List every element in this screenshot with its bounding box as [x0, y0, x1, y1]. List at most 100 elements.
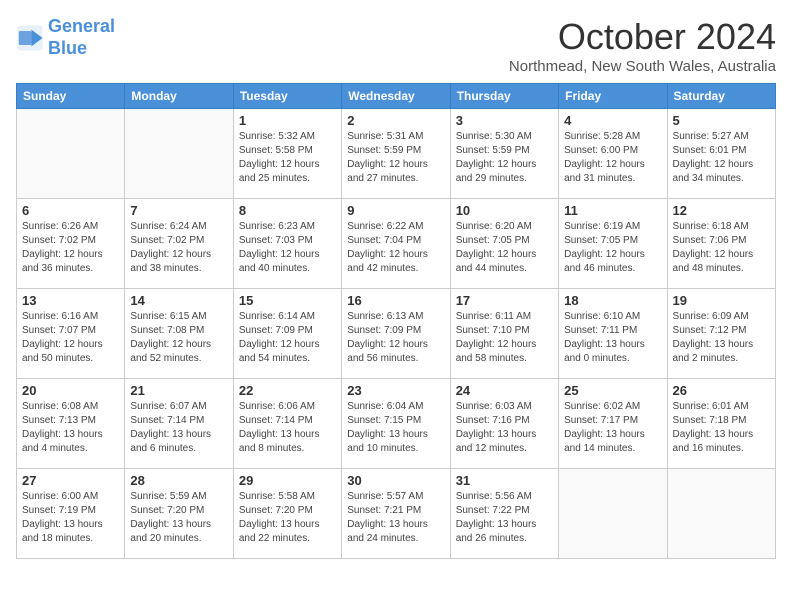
day-info: Sunrise: 5:58 AM Sunset: 7:20 PM Dayligh… [239, 490, 336, 546]
day-info: Sunrise: 6:19 AM Sunset: 7:05 PM Dayligh… [564, 220, 661, 276]
day-number: 23 [347, 383, 444, 398]
day-number: 29 [239, 473, 336, 488]
calendar-week-row: 13 Sunrise: 6:16 AM Sunset: 7:07 PM Dayli… [17, 289, 776, 379]
day-number: 1 [239, 113, 336, 128]
day-number: 13 [22, 293, 119, 308]
title-block: October 2024 Northmead, New South Wales,… [509, 16, 776, 75]
day-info: Sunrise: 6:09 AM Sunset: 7:12 PM Dayligh… [673, 310, 770, 366]
day-info: Sunrise: 6:15 AM Sunset: 7:08 PM Dayligh… [130, 310, 227, 366]
day-number: 16 [347, 293, 444, 308]
weekday-header-friday: Friday [559, 84, 667, 109]
weekday-header-wednesday: Wednesday [342, 84, 450, 109]
calendar-cell: 12 Sunrise: 6:18 AM Sunset: 7:06 PM Dayli… [667, 199, 775, 289]
calendar-cell: 8 Sunrise: 6:23 AM Sunset: 7:03 PM Daylig… [233, 199, 341, 289]
logo-text: General Blue [48, 16, 115, 59]
calendar-cell: 6 Sunrise: 6:26 AM Sunset: 7:02 PM Daylig… [17, 199, 125, 289]
day-number: 14 [130, 293, 227, 308]
calendar-cell: 18 Sunrise: 6:10 AM Sunset: 7:11 PM Dayli… [559, 289, 667, 379]
weekday-header-row: SundayMondayTuesdayWednesdayThursdayFrid… [17, 84, 776, 109]
day-info: Sunrise: 6:00 AM Sunset: 7:19 PM Dayligh… [22, 490, 119, 546]
day-info: Sunrise: 6:02 AM Sunset: 7:17 PM Dayligh… [564, 400, 661, 456]
calendar-cell: 11 Sunrise: 6:19 AM Sunset: 7:05 PM Dayli… [559, 199, 667, 289]
calendar-cell: 20 Sunrise: 6:08 AM Sunset: 7:13 PM Dayli… [17, 379, 125, 469]
weekday-header-tuesday: Tuesday [233, 84, 341, 109]
day-number: 27 [22, 473, 119, 488]
day-number: 25 [564, 383, 661, 398]
logo-general: General [48, 16, 115, 36]
calendar-table: SundayMondayTuesdayWednesdayThursdayFrid… [16, 83, 776, 559]
calendar-cell: 27 Sunrise: 6:00 AM Sunset: 7:19 PM Dayli… [17, 469, 125, 559]
day-number: 18 [564, 293, 661, 308]
calendar-cell: 28 Sunrise: 5:59 AM Sunset: 7:20 PM Dayli… [125, 469, 233, 559]
calendar-cell: 30Sunrise: 5:57 AM Sunset: 7:21 PM Dayli… [342, 469, 450, 559]
day-info: Sunrise: 6:26 AM Sunset: 7:02 PM Dayligh… [22, 220, 119, 276]
day-info: Sunrise: 5:31 AM Sunset: 5:59 PM Dayligh… [347, 130, 444, 186]
day-info: Sunrise: 6:23 AM Sunset: 7:03 PM Dayligh… [239, 220, 336, 276]
day-info: Sunrise: 6:10 AM Sunset: 7:11 PM Dayligh… [564, 310, 661, 366]
day-info: Sunrise: 5:30 AM Sunset: 5:59 PM Dayligh… [456, 130, 553, 186]
weekday-header-monday: Monday [125, 84, 233, 109]
logo-blue: Blue [48, 38, 87, 58]
day-number: 17 [456, 293, 553, 308]
day-number: 11 [564, 203, 661, 218]
day-info: Sunrise: 6:16 AM Sunset: 7:07 PM Dayligh… [22, 310, 119, 366]
calendar-cell: 29 Sunrise: 5:58 AM Sunset: 7:20 PM Dayli… [233, 469, 341, 559]
calendar-cell: 16 Sunrise: 6:13 AM Sunset: 7:09 PM Dayli… [342, 289, 450, 379]
day-number: 31 [456, 473, 553, 488]
calendar-cell: 23Sunrise: 6:04 AM Sunset: 7:15 PM Dayli… [342, 379, 450, 469]
weekday-header-saturday: Saturday [667, 84, 775, 109]
month-title: October 2024 [509, 16, 776, 58]
day-info: Sunrise: 5:32 AM Sunset: 5:58 PM Dayligh… [239, 130, 336, 186]
day-info: Sunrise: 6:08 AM Sunset: 7:13 PM Dayligh… [22, 400, 119, 456]
day-info: Sunrise: 5:56 AM Sunset: 7:22 PM Dayligh… [456, 490, 553, 546]
day-info: Sunrise: 6:13 AM Sunset: 7:09 PM Dayligh… [347, 310, 444, 366]
location: Northmead, New South Wales, Australia [509, 58, 776, 75]
calendar-cell: 13 Sunrise: 6:16 AM Sunset: 7:07 PM Dayli… [17, 289, 125, 379]
page-header: General Blue October 2024 Northmead, New… [16, 16, 776, 75]
logo-icon [16, 24, 44, 52]
page-container: General Blue October 2024 Northmead, New… [16, 16, 776, 559]
day-number: 8 [239, 203, 336, 218]
day-number: 4 [564, 113, 661, 128]
calendar-cell: 3 Sunrise: 5:30 AM Sunset: 5:59 PM Daylig… [450, 109, 558, 199]
day-number: 10 [456, 203, 553, 218]
day-number: 21 [130, 383, 227, 398]
day-number: 2 [347, 113, 444, 128]
calendar-cell: 24Sunrise: 6:03 AM Sunset: 7:16 PM Dayli… [450, 379, 558, 469]
weekday-header-thursday: Thursday [450, 84, 558, 109]
calendar-cell [667, 469, 775, 559]
calendar-week-row: 27 Sunrise: 6:00 AM Sunset: 7:19 PM Dayli… [17, 469, 776, 559]
day-number: 3 [456, 113, 553, 128]
day-info: Sunrise: 6:20 AM Sunset: 7:05 PM Dayligh… [456, 220, 553, 276]
calendar-cell: 5Sunrise: 5:27 AM Sunset: 6:01 PM Daylig… [667, 109, 775, 199]
calendar-cell: 1 Sunrise: 5:32 AM Sunset: 5:58 PM Daylig… [233, 109, 341, 199]
calendar-cell: 4 Sunrise: 5:28 AM Sunset: 6:00 PM Daylig… [559, 109, 667, 199]
day-number: 22 [239, 383, 336, 398]
day-number: 20 [22, 383, 119, 398]
calendar-cell: 25 Sunrise: 6:02 AM Sunset: 7:17 PM Dayli… [559, 379, 667, 469]
calendar-cell: 14 Sunrise: 6:15 AM Sunset: 7:08 PM Dayli… [125, 289, 233, 379]
day-info: Sunrise: 6:03 AM Sunset: 7:16 PM Dayligh… [456, 400, 553, 456]
weekday-header-sunday: Sunday [17, 84, 125, 109]
calendar-cell: 19Sunrise: 6:09 AM Sunset: 7:12 PM Dayli… [667, 289, 775, 379]
calendar-cell [125, 109, 233, 199]
day-info: Sunrise: 5:27 AM Sunset: 6:01 PM Dayligh… [673, 130, 770, 186]
day-number: 15 [239, 293, 336, 308]
day-info: Sunrise: 5:59 AM Sunset: 7:20 PM Dayligh… [130, 490, 227, 546]
calendar-cell: 7Sunrise: 6:24 AM Sunset: 7:02 PM Daylig… [125, 199, 233, 289]
day-info: Sunrise: 6:06 AM Sunset: 7:14 PM Dayligh… [239, 400, 336, 456]
day-number: 12 [673, 203, 770, 218]
day-info: Sunrise: 5:28 AM Sunset: 6:00 PM Dayligh… [564, 130, 661, 186]
day-info: Sunrise: 6:01 AM Sunset: 7:18 PM Dayligh… [673, 400, 770, 456]
day-number: 9 [347, 203, 444, 218]
day-number: 6 [22, 203, 119, 218]
day-info: Sunrise: 6:11 AM Sunset: 7:10 PM Dayligh… [456, 310, 553, 366]
calendar-cell [559, 469, 667, 559]
calendar-cell: 22 Sunrise: 6:06 AM Sunset: 7:14 PM Dayli… [233, 379, 341, 469]
calendar-cell: 2 Sunrise: 5:31 AM Sunset: 5:59 PM Daylig… [342, 109, 450, 199]
calendar-cell: 21Sunrise: 6:07 AM Sunset: 7:14 PM Dayli… [125, 379, 233, 469]
day-number: 28 [130, 473, 227, 488]
day-info: Sunrise: 6:18 AM Sunset: 7:06 PM Dayligh… [673, 220, 770, 276]
day-number: 30 [347, 473, 444, 488]
logo: General Blue [16, 16, 115, 59]
